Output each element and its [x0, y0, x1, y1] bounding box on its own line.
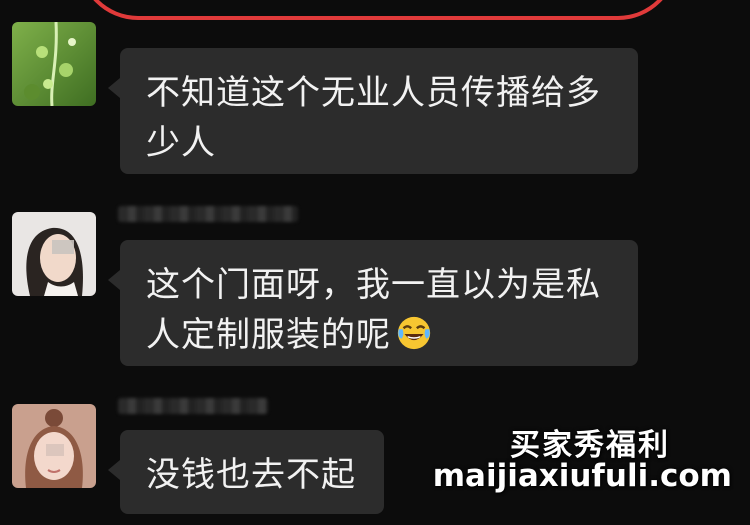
message-bubble[interactable]: 不知道这个无业人员传播给多 少人 — [108, 48, 638, 174]
blurred-nickname — [118, 398, 268, 414]
red-highlight-mark — [78, 0, 678, 20]
avatar[interactable] — [12, 22, 96, 106]
message-bubble[interactable]: 没钱也去不起 — [108, 430, 384, 514]
message-text: 人定制服装的呢 — [146, 315, 391, 355]
chat-screen: 不知道这个无业人员传播给多 少人 这个门面呀，我一直以为是私 人定制服装的呢 没… — [0, 0, 750, 525]
girl-portrait-avatar-icon — [12, 404, 96, 488]
nature-plant-avatar-icon — [12, 22, 96, 106]
laughing-crying-face-emoji-icon — [397, 316, 431, 350]
message-text-line: 人定制服装的呢 — [146, 310, 610, 360]
woman-portrait-avatar-icon — [12, 212, 96, 296]
avatar[interactable] — [12, 212, 96, 296]
avatar[interactable] — [12, 404, 96, 488]
message-text-line: 少人 — [146, 123, 216, 163]
blurred-nickname — [118, 206, 298, 222]
message-text-line: 不知道这个无业人员传播给多 — [146, 73, 601, 113]
watermark-url: maijiaxiufuli.com — [432, 458, 732, 494]
message-text-line: 这个门面呀，我一直以为是私 — [146, 265, 601, 305]
message-text-line: 没钱也去不起 — [146, 455, 356, 495]
message-bubble[interactable]: 这个门面呀，我一直以为是私 人定制服装的呢 — [108, 240, 638, 366]
